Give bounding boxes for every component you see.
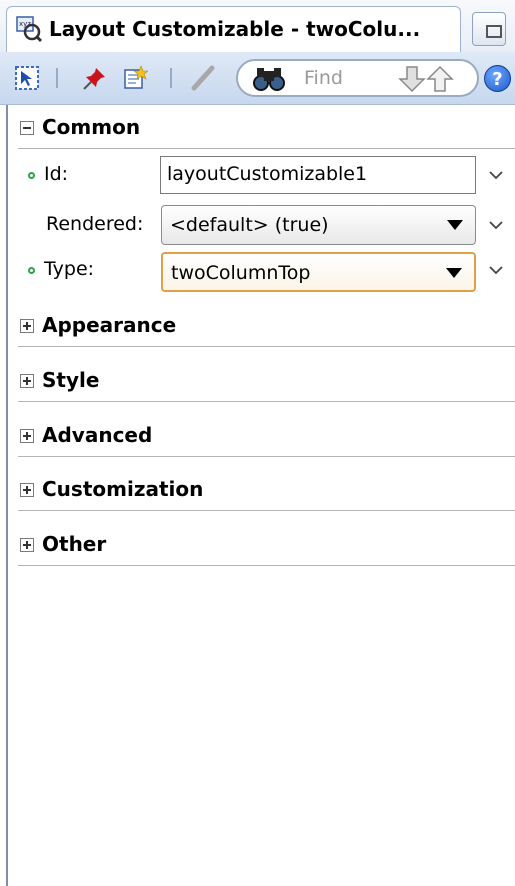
- binoculars-icon: [253, 68, 285, 91]
- divider: [18, 346, 515, 347]
- panel-title: Layout Customizable - twoColu...: [49, 17, 421, 41]
- select-in-editor-icon[interactable]: [14, 65, 40, 91]
- edit-properties-icon[interactable]: [122, 65, 148, 91]
- rendered-select[interactable]: <default> (true): [161, 205, 476, 245]
- section-customization[interactable]: Customization: [18, 472, 515, 512]
- collapse-icon[interactable]: [20, 121, 34, 135]
- divider: [18, 456, 515, 457]
- type-value: twoColumnTop: [171, 262, 311, 284]
- section-label: Style: [42, 368, 100, 392]
- toolbar-separator: [56, 68, 58, 88]
- divider: [18, 148, 515, 149]
- property-inspector-icon: xyz: [16, 16, 43, 43]
- section-label: Customization: [42, 477, 204, 501]
- divider: [18, 510, 515, 511]
- help-button[interactable]: ?: [484, 65, 511, 92]
- chevron-down-icon[interactable]: [488, 262, 504, 278]
- chevron-down-icon[interactable]: [488, 217, 504, 233]
- id-field[interactable]: layoutCustomizable1: [160, 156, 476, 194]
- expand-icon[interactable]: [20, 483, 34, 497]
- expand-icon[interactable]: [20, 374, 34, 388]
- minimize-icon: [486, 25, 502, 38]
- divider: [18, 565, 515, 566]
- section-advanced[interactable]: Advanced: [18, 418, 515, 458]
- pin-icon[interactable]: [82, 65, 108, 91]
- type-select[interactable]: twoColumnTop: [161, 252, 476, 292]
- required-indicator-icon: [28, 172, 35, 179]
- section-common[interactable]: Common: [18, 110, 515, 150]
- expand-icon[interactable]: [20, 319, 34, 333]
- panel-border: [6, 105, 8, 886]
- dropdown-arrow-icon: [446, 268, 462, 278]
- pencil-icon[interactable]: [190, 65, 216, 91]
- rendered-value: <default> (true): [170, 214, 329, 236]
- section-label: Other: [42, 532, 107, 556]
- expand-icon[interactable]: [20, 429, 34, 443]
- find-field[interactable]: Find: [236, 59, 479, 97]
- section-other[interactable]: Other: [18, 527, 515, 567]
- panel-tab[interactable]: xyz Layout Customizable - twoColu...: [6, 6, 461, 52]
- minimize-button[interactable]: [472, 12, 506, 46]
- find-placeholder: Find: [304, 67, 343, 89]
- section-label: Appearance: [42, 313, 177, 337]
- required-indicator-icon: [28, 267, 35, 274]
- dropdown-arrow-icon: [447, 220, 463, 230]
- rendered-label: Rendered:: [46, 213, 144, 235]
- divider: [18, 401, 515, 402]
- section-style[interactable]: Style: [18, 363, 515, 403]
- title-bar: xyz Layout Customizable - twoColu...: [0, 0, 515, 52]
- chevron-down-icon[interactable]: [488, 167, 504, 183]
- id-label: Id:: [44, 163, 69, 185]
- find-next-arrow-icon[interactable]: [398, 65, 426, 93]
- section-appearance[interactable]: Appearance: [18, 308, 515, 348]
- expand-icon[interactable]: [20, 538, 34, 552]
- toolbar-separator: [170, 68, 172, 88]
- section-label: Advanced: [42, 423, 153, 447]
- section-label: Common: [42, 115, 141, 139]
- type-label: Type:: [44, 258, 95, 280]
- find-previous-arrow-icon[interactable]: [426, 65, 454, 93]
- toolbar: Find ?: [0, 52, 515, 105]
